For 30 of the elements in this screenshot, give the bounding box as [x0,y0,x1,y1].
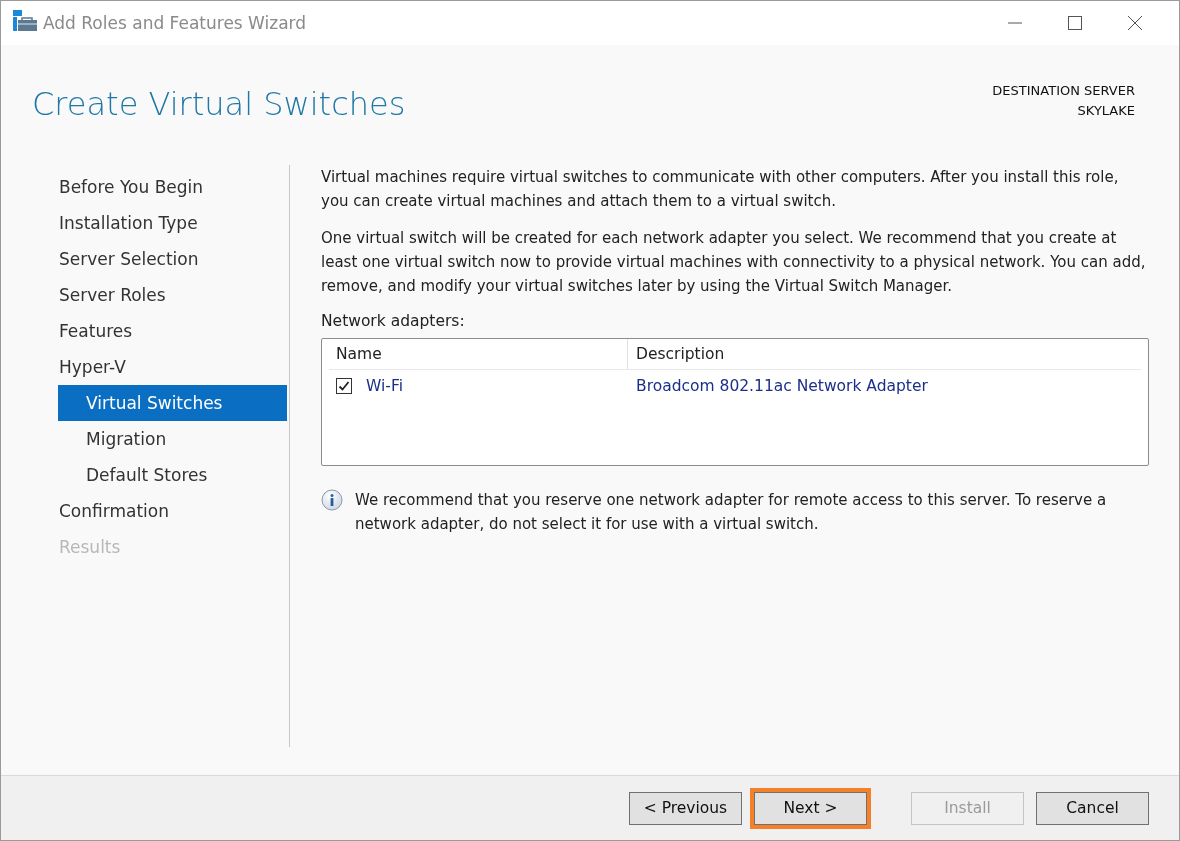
destination-label: DESTINATION SERVER [992,82,1135,100]
maximize-icon [1067,15,1083,31]
table-cell: Broadcom 802.11ac Network Adapter [636,377,928,395]
nav-item[interactable]: Server Roles [58,277,287,313]
column-header[interactable]: Name [329,339,628,369]
nav-item[interactable]: Features [58,313,287,349]
nav-item[interactable]: Before You Begin [58,169,287,205]
info-text: We recommend that you reserve one network adapter for remote access to this server. To reserve a network adapter, do not select it for use with a virtual switch. [355,490,1108,535]
description-text: Virtual machines require virtual switches to communicate with other computers. After you install this role, you can create virtual machines and attach them to a virtual switch. [321,167,1120,212]
list-label: Network adapters: [321,312,466,330]
nav-item[interactable]: Default Stores [58,457,287,493]
wizard-button[interactable]: Cancel [1036,791,1149,825]
close-icon [1127,15,1143,31]
nav-item[interactable]: Migration [58,421,287,457]
minimize-icon [1007,22,1023,24]
server-name: SKYLAKE [1077,102,1135,120]
description-text: One virtual switch will be created for each network adapter you select. We recommend that you create at least one virtual switch now to provide virtual machines with connectivity to a physical network. You can add, remove, and modify your virtual switches later by using the Virtual Switch Manager. [321,228,1147,297]
checkbox[interactable] [336,378,352,394]
server-toolbox-icon [13,10,37,32]
nav-item[interactable]: Installation Type [58,205,287,241]
nav-item[interactable]: Server Selection [58,241,287,277]
table-cell: Wi-Fi [366,377,403,395]
nav-item[interactable]: Hyper-V [58,349,287,385]
nav-item[interactable]: Confirmation [58,493,287,529]
window-title: Add Roles and Features Wizard [43,13,308,33]
page-title: Create Virtual Switches [32,85,406,125]
info-icon [321,489,343,511]
nav-item[interactable]: Virtual Switches [58,385,287,421]
column-header[interactable]: Description [628,339,1141,369]
wizard-button[interactable]: < Previous [629,791,742,825]
